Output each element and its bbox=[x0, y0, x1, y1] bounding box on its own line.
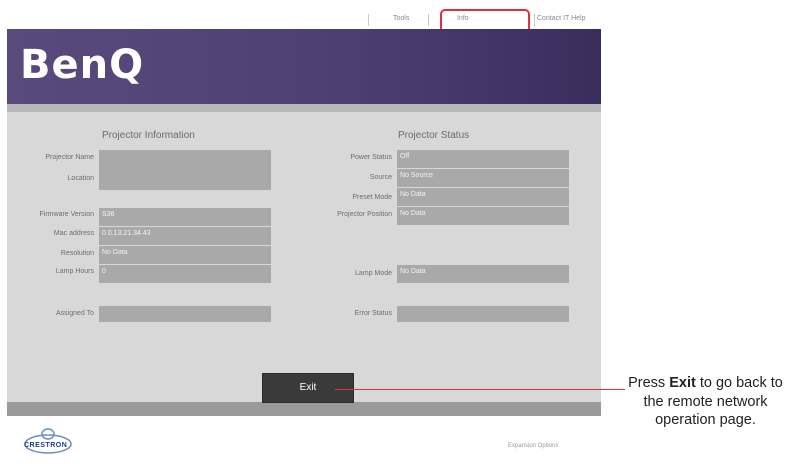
callout-line bbox=[335, 389, 625, 390]
source-label: Source bbox=[369, 174, 392, 181]
preset-mode-label: Preset Mode bbox=[352, 194, 392, 201]
mac-address-field: 0.0.13.21.34.43 bbox=[99, 227, 271, 245]
footer-band bbox=[7, 402, 601, 416]
lamp-hours-field: 0 bbox=[99, 265, 271, 283]
power-status-label: Power Status bbox=[350, 154, 392, 161]
header-divider bbox=[7, 104, 601, 112]
nav-tools-link[interactable]: Tools bbox=[393, 15, 409, 22]
projector-status-title: Projector Status bbox=[398, 130, 470, 141]
firmware-version-field: S36 bbox=[99, 208, 271, 226]
assigned-to-field bbox=[99, 306, 271, 322]
exit-button[interactable]: Exit bbox=[262, 373, 354, 403]
crestron-logo: CRESTRON bbox=[22, 426, 82, 461]
callout-text: Press Exit to go back to the remote netw… bbox=[618, 374, 793, 430]
nav-separator bbox=[368, 14, 369, 26]
projector-information-title: Projector Information bbox=[102, 130, 195, 141]
mac-address-label: Mac address bbox=[53, 230, 94, 237]
resolution-field: No Data bbox=[99, 246, 271, 264]
projector-position-label: Projector Position bbox=[337, 211, 392, 218]
callout-prefix: Press bbox=[628, 375, 666, 391]
crestron-logo-icon bbox=[24, 428, 72, 454]
nav-contact-link[interactable]: Contact IT Help bbox=[537, 15, 586, 22]
source-field: No Source bbox=[397, 169, 569, 187]
benq-logo: BenQ bbox=[20, 42, 145, 88]
projector-name-field bbox=[99, 150, 271, 170]
error-status-label: Error Status bbox=[354, 310, 392, 317]
lamp-mode-label: Lamp Mode bbox=[355, 270, 392, 277]
error-status-field bbox=[397, 306, 569, 322]
location-field bbox=[99, 170, 271, 190]
projector-name-label: Projector Name bbox=[45, 154, 94, 161]
location-label: Location bbox=[67, 175, 94, 182]
power-status-field: Off bbox=[397, 150, 569, 168]
resolution-label: Resolution bbox=[60, 250, 94, 257]
nav-separator bbox=[534, 14, 535, 26]
nav-separator bbox=[428, 14, 429, 26]
lamp-hours-label: Lamp Hours bbox=[55, 268, 94, 275]
callout-suffix: to go back to the remote network operati… bbox=[643, 375, 783, 428]
preset-mode-field: No Data bbox=[397, 188, 569, 206]
lamp-mode-field: No Data bbox=[397, 265, 569, 283]
crestron-text: CRESTRON bbox=[24, 442, 68, 449]
firmware-version-label: Firmware Version bbox=[39, 211, 94, 218]
expansion-options-link[interactable]: Expansion Options bbox=[508, 443, 558, 449]
projector-position-field: No Data bbox=[397, 207, 569, 225]
assigned-to-label: Assigned To bbox=[55, 310, 94, 317]
callout-exit-bold: Exit bbox=[669, 375, 696, 391]
